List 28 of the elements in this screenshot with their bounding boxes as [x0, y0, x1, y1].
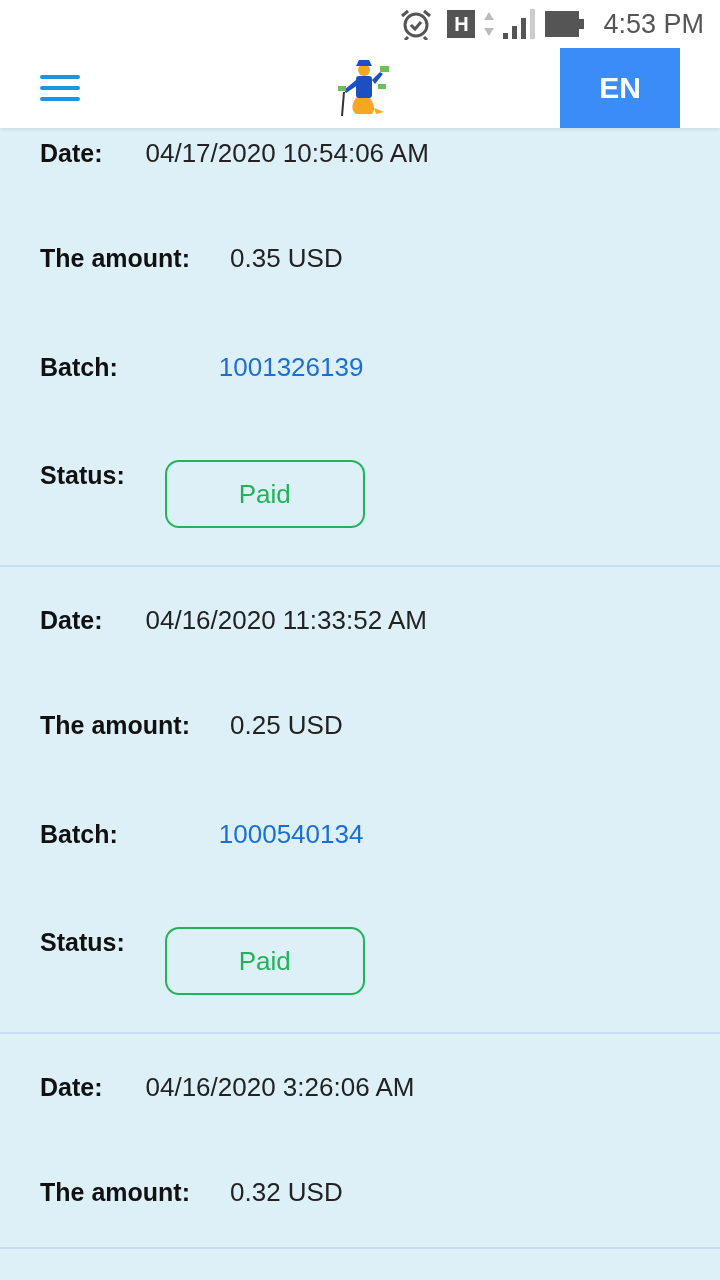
network-type: H — [447, 10, 476, 38]
amount-value: 0.35 USD — [230, 242, 343, 274]
signal-icon — [503, 9, 538, 39]
field-label: Batch: — [40, 819, 118, 849]
field-label: Date: — [40, 1072, 103, 1102]
amount-value: 0.25 USD — [230, 709, 343, 741]
field-label: Date: — [40, 605, 103, 635]
date-value: 04/16/2020 3:26:06 AM — [145, 1071, 415, 1103]
date-value: 04/16/2020 11:33:52 AM — [145, 604, 427, 636]
field-label: The amount: — [40, 710, 190, 740]
field-label: The amount: — [40, 1177, 190, 1207]
field-label: Status: — [40, 927, 125, 958]
field-label: The amount: — [40, 243, 190, 273]
amount-value: 0.32 USD — [230, 1176, 343, 1208]
status-badge: Paid — [164, 927, 365, 995]
data-arrows-icon — [483, 10, 496, 38]
alarm-clock-icon — [399, 8, 434, 40]
status-badge: Paid — [164, 460, 365, 528]
batch-link[interactable]: 1000540134 — [218, 818, 364, 850]
battery-icon — [545, 11, 586, 37]
field-label: Batch: — [40, 352, 118, 382]
batch-link[interactable]: 1001326139 — [218, 351, 364, 383]
clock-time: 4:53 PM — [603, 8, 704, 40]
field-label: Status: — [40, 460, 125, 491]
date-value: 04/17/2020 10:54:06 AM — [145, 137, 429, 169]
field-label: Date: — [40, 138, 103, 168]
menu-icon[interactable] — [40, 75, 80, 101]
language-button[interactable]: EN — [560, 48, 680, 128]
